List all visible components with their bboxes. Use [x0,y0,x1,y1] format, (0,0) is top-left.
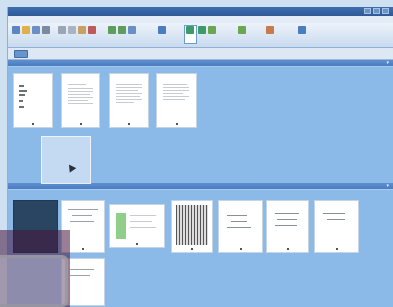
page-thumbnail[interactable] [13,73,53,128]
copy-icon[interactable] [68,26,76,34]
close-button[interactable] [382,8,389,14]
page-thumbnail[interactable] [61,73,100,128]
toolbar [8,23,393,48]
menu-bar [8,16,393,23]
open-icon[interactable] [22,26,30,34]
minimize-button[interactable] [364,8,371,14]
zoom-icon[interactable] [128,26,136,34]
cut-icon[interactable] [58,26,66,34]
home-button[interactable] [14,50,28,58]
split-icon[interactable] [208,26,216,34]
select-icon[interactable] [158,26,166,34]
extract-icon[interactable] [186,26,194,34]
page-thumbnail[interactable] [109,204,165,248]
page-thumbnail[interactable] [156,73,197,128]
new-icon[interactable] [12,26,20,34]
save-icon[interactable] [32,26,40,34]
rotate-left-icon[interactable] [108,26,116,34]
merge-icon[interactable] [238,26,246,34]
print-icon[interactable] [42,26,50,34]
paste-icon[interactable] [78,26,86,34]
page-thumbnail[interactable] [171,200,213,253]
page-thumbnail[interactable] [266,200,309,253]
background-window-frame [0,255,68,307]
page-thumbnail[interactable] [218,200,263,253]
delete-icon[interactable] [88,26,96,34]
help-icon[interactable] [298,26,306,34]
export-icon[interactable] [266,26,274,34]
maximize-button[interactable] [373,8,380,14]
rotate-right-icon[interactable] [118,26,126,34]
page-thumbnail[interactable] [314,200,359,253]
secondary-toolbar [8,48,393,60]
title-bar [8,7,393,16]
drag-preview [41,136,91,184]
page-thumbnail[interactable] [109,73,149,128]
insert-icon[interactable] [198,26,206,34]
